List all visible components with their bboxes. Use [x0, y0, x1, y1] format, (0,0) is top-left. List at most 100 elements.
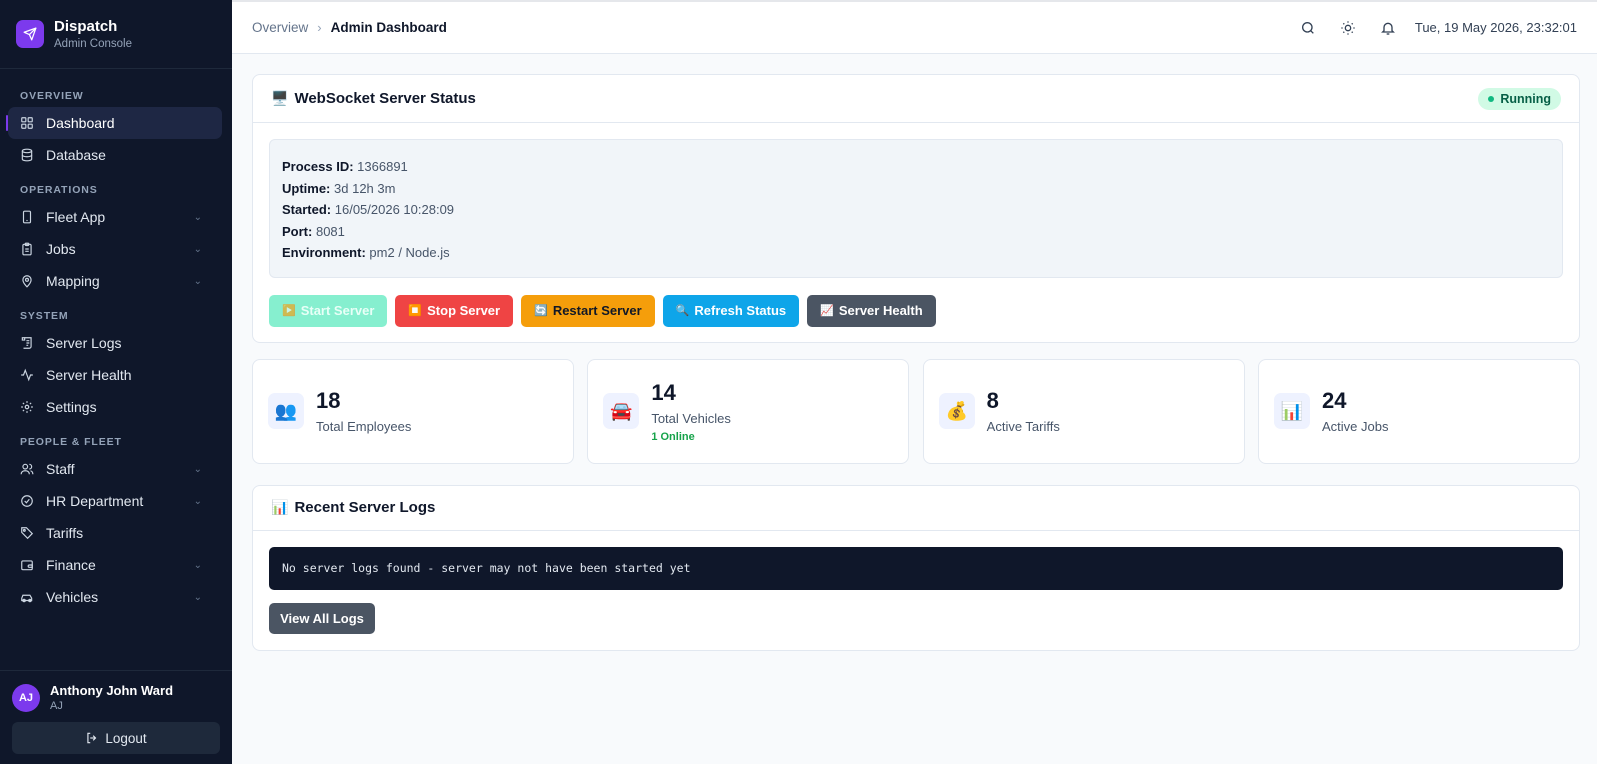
stat-card-employees: 👥 18 Total Employees — [252, 358, 574, 464]
sidebar: Dispatch Admin Console OVERVIEW Dashboar… — [0, 0, 232, 764]
sidebar-item-label: Server Logs — [46, 335, 122, 351]
tag-icon — [20, 526, 34, 540]
sidebar-item-label: HR Department — [46, 493, 144, 509]
stop-icon: ⏹️ — [408, 305, 423, 318]
computer-icon: 🖥️ — [271, 90, 289, 106]
logout-button[interactable]: Logout — [12, 722, 220, 754]
sidebar-item-dashboard[interactable]: Dashboard — [6, 107, 222, 139]
sidebar-item-database[interactable]: Database — [8, 139, 222, 171]
sidebar-item-vehicles[interactable]: Vehicles ⌄ — [8, 581, 222, 613]
avatar: AJ — [12, 683, 40, 712]
sidebar-item-label: Fleet App — [46, 209, 106, 225]
stat-online-count: 1 Online — [651, 430, 695, 443]
sidebar-item-label: Mapping — [46, 273, 100, 289]
server-health-button[interactable]: 📈 Server Health — [807, 294, 936, 327]
start-server-button[interactable]: ▶️ Start Server — [269, 294, 388, 327]
sidebar-item-finance[interactable]: Finance ⌄ — [8, 549, 222, 581]
bar-chart-icon: 📊 — [1273, 393, 1310, 430]
sidebar-item-label: Settings — [46, 399, 97, 415]
sidebar-item-label: Tariffs — [46, 525, 84, 541]
play-icon: ▶️ — [282, 305, 296, 318]
info-value: pm2 / Node.js — [369, 245, 450, 261]
refresh-status-button[interactable]: 🔍 Refresh Status — [662, 294, 800, 327]
money-bag-icon: 💰 — [938, 393, 975, 430]
stat-value: 14 — [651, 379, 676, 405]
chevron-down-icon: ⌄ — [193, 211, 202, 223]
recent-logs-card: 📊 Recent Server Logs No server logs foun… — [252, 484, 1580, 651]
sidebar-item-label: Database — [46, 147, 106, 163]
brand-subtitle: Admin Console — [54, 38, 132, 50]
sidebar-item-hr-department[interactable]: HR Department ⌄ — [8, 485, 222, 517]
sidebar-item-mapping[interactable]: Mapping ⌄ — [8, 265, 222, 297]
bell-icon[interactable] — [1379, 19, 1397, 37]
info-row-started: Started: 16/05/2026 10:28:09 — [282, 199, 1550, 221]
sidebar-item-label: Server Health — [46, 367, 132, 383]
recent-logs-title-text: Recent Server Logs — [294, 499, 436, 517]
info-key: Process ID: — [282, 159, 354, 174]
magnifier-icon: 🔍 — [675, 305, 690, 318]
server-status-card: 🖥️ WebSocket Server Status Running Proce… — [252, 74, 1580, 343]
sidebar-item-server-logs[interactable]: Server Logs — [8, 327, 222, 359]
send-icon — [16, 20, 44, 48]
sidebar-item-staff[interactable]: Staff ⌄ — [8, 453, 222, 485]
stop-server-button[interactable]: ⏹️ Stop Server — [395, 294, 514, 327]
search-icon[interactable] — [1299, 19, 1317, 37]
bar-chart-icon: 📊 — [271, 499, 289, 516]
view-all-logs-button[interactable]: View All Logs — [269, 602, 375, 634]
chevron-down-icon: ⌄ — [193, 463, 202, 475]
log-output: No server logs found - server may not ha… — [269, 546, 1563, 590]
sidebar-item-server-health[interactable]: Server Health — [8, 359, 222, 391]
info-row-port: Port: 8081 — [282, 221, 1550, 243]
chevron-down-icon: ⌄ — [193, 243, 202, 255]
chevron-down-icon: ⌄ — [193, 591, 202, 603]
server-info-box: Process ID: 1366891 Uptime: 3d 12h 3m St… — [269, 139, 1563, 278]
server-status-title: 🖥️ WebSocket Server Status — [271, 90, 476, 107]
check-circle-icon — [20, 494, 34, 508]
status-dot-icon — [1488, 95, 1495, 102]
stat-value: 18 — [316, 388, 341, 414]
stats-row: 👥 18 Total Employees 🚘 14 Total Vehicles… — [252, 358, 1580, 464]
sidebar-item-tariffs[interactable]: Tariffs — [8, 517, 222, 549]
chevron-down-icon: ⌄ — [193, 275, 202, 287]
info-value: 1366891 — [357, 159, 408, 174]
sidebar-footer: AJ Anthony John Ward AJ Logout — [0, 670, 232, 764]
sun-icon[interactable] — [1339, 19, 1357, 37]
info-row-environment: Environment: pm2 / Node.js — [282, 242, 1550, 264]
stat-value: 24 — [1321, 388, 1347, 414]
chart-up-icon: 📈 — [820, 305, 834, 318]
server-status-title-text: WebSocket Server Status — [294, 90, 476, 107]
car-icon: 🚘 — [603, 393, 640, 430]
stat-value: 8 — [986, 388, 999, 414]
breadcrumb-current: Admin Dashboard — [330, 20, 447, 35]
sidebar-item-label: Finance — [46, 557, 96, 573]
user-name: Anthony John Ward — [50, 683, 174, 698]
main-content: 🖥️ WebSocket Server Status Running Proce… — [252, 74, 1580, 651]
brand: Dispatch Admin Console — [0, 0, 232, 69]
map-pin-icon — [20, 274, 34, 288]
people-icon: 👥 — [268, 393, 304, 430]
logout-icon — [85, 731, 99, 745]
sidebar-item-settings[interactable]: Settings — [8, 391, 222, 423]
sidebar-item-jobs[interactable]: Jobs ⌄ — [8, 233, 222, 265]
user-initials: AJ — [50, 700, 63, 712]
breadcrumb-separator-icon: › — [317, 20, 322, 35]
info-key: Uptime: — [282, 180, 331, 196]
breadcrumb: Overview › Admin Dashboard — [252, 20, 447, 35]
sidebar-item-fleet-app[interactable]: Fleet App ⌄ — [8, 201, 222, 233]
wallet-icon — [20, 558, 34, 572]
sidebar-item-label: Dashboard — [46, 115, 115, 131]
button-label: Restart Server — [552, 303, 642, 319]
breadcrumb-overview[interactable]: Overview — [252, 20, 308, 35]
database-icon — [20, 148, 34, 162]
button-label: Stop Server — [427, 303, 501, 319]
stat-card-tariffs: 💰 8 Active Tariffs — [922, 358, 1245, 464]
phone-icon — [20, 210, 34, 224]
restart-server-button[interactable]: 🔄 Restart Server — [521, 294, 655, 327]
stat-card-jobs: 📊 24 Active Jobs — [1257, 358, 1580, 464]
status-badge: Running — [1478, 87, 1561, 110]
button-label: Refresh Status — [694, 303, 787, 319]
button-label: Server Health — [838, 303, 923, 319]
sidebar-item-label: Staff — [46, 461, 75, 477]
car-icon — [20, 590, 34, 604]
sidebar-item-label: Vehicles — [46, 589, 99, 605]
